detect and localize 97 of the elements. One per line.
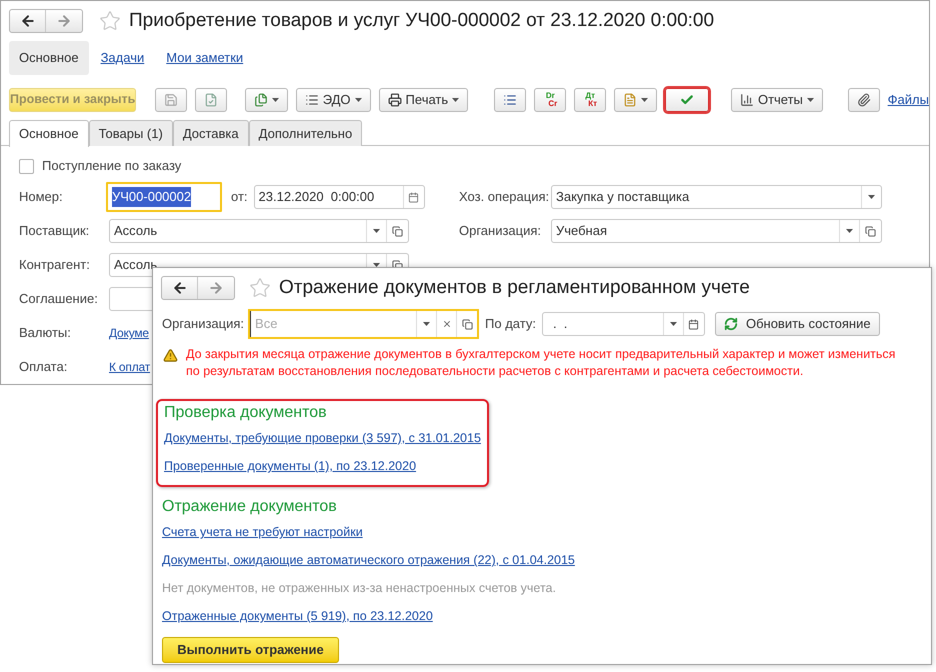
field-label: Поставщик:: [19, 222, 90, 240]
dr-cr-button[interactable]: Dr Cr: [534, 88, 566, 112]
run-reflection-button[interactable]: Выполнить отражение: [162, 637, 339, 663]
info-note: Нет документов, не отраженных из-за ненастроенных счетов учета.: [162, 580, 557, 597]
reports-button[interactable]: Отчеты: [730, 88, 823, 112]
field-label: Контрагент:: [19, 256, 91, 274]
select-field[interactable]: Ассоль: [109, 219, 409, 243]
forward-arrow-icon: [56, 13, 72, 29]
report-button[interactable]: [614, 88, 658, 112]
field-label: Организация:: [162, 315, 244, 334]
dt-kt-button[interactable]: Дт Кт: [574, 88, 606, 112]
warning-icon: [163, 348, 178, 363]
structure-button[interactable]: [494, 88, 526, 112]
field-value: УЧ00-000002: [112, 187, 192, 207]
caret-icon: [423, 322, 430, 326]
kt-label: Кт: [588, 100, 598, 108]
dropdown-field[interactable]: Закупка у поставщика: [551, 185, 882, 209]
form-tab[interactable]: Дополнительно: [248, 120, 362, 146]
favorite-star-icon[interactable]: [249, 277, 271, 299]
section-tab[interactable]: Задачи: [90, 41, 154, 75]
dt-label: Дт: [584, 92, 596, 100]
section-heading: Проверка документов: [164, 403, 328, 423]
check-button[interactable]: [665, 88, 710, 112]
field-value: Ассоль: [113, 256, 158, 274]
list-icon: [503, 92, 518, 106]
document-icon: [623, 92, 638, 106]
refresh-button[interactable]: Обновить состояние: [714, 312, 880, 336]
create-based-button[interactable]: [244, 88, 288, 112]
open-icon: [865, 226, 876, 236]
caret-icon: [670, 322, 677, 326]
list-icon: [304, 92, 319, 106]
document-check-icon: [204, 92, 218, 106]
documents-icon: [254, 92, 268, 106]
date-field[interactable]: . .: [542, 312, 705, 336]
document-link[interactable]: Проверенные документы (1), по 23.12.2020: [164, 457, 481, 481]
field-label: от:: [231, 188, 248, 206]
caret-icon: [354, 98, 362, 102]
dr-label: Dr: [544, 92, 556, 100]
field-value: Учебная: [555, 222, 608, 240]
files-link[interactable]: Файлы: [888, 90, 929, 110]
caret-icon: [272, 98, 279, 102]
caret-icon: [868, 195, 875, 199]
post-button[interactable]: [195, 88, 228, 112]
open-icon: [392, 226, 403, 236]
select-field[interactable]: Учебная: [551, 219, 882, 243]
section-tab[interactable]: Мои заметки: [156, 41, 254, 75]
field-label: Оплата:: [19, 358, 68, 376]
paperclip-icon: [856, 92, 871, 106]
window-title: Отражение документов в регламентированном учете: [279, 276, 750, 300]
field-link[interactable]: Докуме: [109, 324, 149, 342]
section-tab[interactable]: Основное: [9, 41, 89, 75]
field-value: Закупка у поставщика: [555, 188, 690, 206]
document-link[interactable]: Счета учета не требуют настройки: [162, 523, 575, 547]
document-link[interactable]: Документы, ожидающие автоматического отражения (22), с 01.04.2015: [162, 551, 575, 575]
field-label: По дату:: [485, 315, 536, 334]
document-link[interactable]: Документы, требующие проверки (3 597), с 31.01.2015: [164, 429, 481, 453]
form-tab[interactable]: Основное: [9, 120, 89, 147]
save-button[interactable]: [155, 88, 188, 112]
document-link[interactable]: Отраженные документы (5 919), по 23.12.2020: [162, 607, 575, 631]
field-label: Организация:: [459, 222, 542, 240]
refresh-icon: [724, 317, 738, 331]
form-tab[interactable]: Товары (1): [88, 120, 173, 146]
edo-button[interactable]: ЭДО: [296, 88, 371, 112]
warning-message: До закрытия месяца отражение документов в бухгалтерском учете носит предварительный характер и может измениться по результатам восстановления последовательности расчетов с контрагентами и расчета себестоимости.: [186, 346, 896, 380]
attach-button[interactable]: [848, 88, 880, 112]
save-icon: [164, 92, 178, 106]
checkbox[interactable]: [19, 158, 34, 174]
field-label: Соглашение:: [19, 290, 99, 308]
caret-icon: [452, 98, 460, 102]
field-placeholder: Все: [250, 311, 416, 337]
caret-icon: [373, 229, 380, 233]
open-icon: [462, 318, 473, 330]
cr-label: Cr: [547, 100, 558, 108]
caret-icon: [806, 98, 814, 102]
field-link[interactable]: К оплат: [109, 358, 150, 376]
checkbox-label: Поступление по заказу: [42, 157, 182, 176]
printer-icon: [388, 92, 402, 106]
field-value: Ассоль: [113, 222, 158, 240]
bar-chart-icon: [740, 92, 754, 106]
number-field[interactable]: УЧ00-000002: [106, 182, 222, 212]
checkmark-icon: [680, 92, 694, 106]
print-button[interactable]: Печать: [378, 88, 468, 112]
field-label: Валюты:: [19, 324, 72, 342]
caret-icon: [641, 98, 648, 102]
date-field[interactable]: 23.12.2020 0:00:00: [254, 185, 425, 209]
calendar-icon: [408, 192, 420, 202]
field-label: Номер:: [19, 188, 64, 206]
caret-icon: [846, 229, 853, 233]
field-label: Хоз. операция:: [459, 188, 550, 206]
favorite-star-icon[interactable]: [99, 10, 121, 32]
clear-icon[interactable]: [442, 319, 452, 329]
field-value: 23.12.2020 0:00:00: [258, 188, 376, 206]
window-title: Приобретение товаров и услуг УЧ00-000002 от 23.12.2020 0:00:00: [129, 8, 714, 33]
form-tab[interactable]: Доставка: [172, 120, 249, 146]
field-value: . .: [552, 315, 568, 334]
calendar-icon: [688, 318, 700, 330]
section-heading: Отражение документов: [162, 497, 338, 517]
